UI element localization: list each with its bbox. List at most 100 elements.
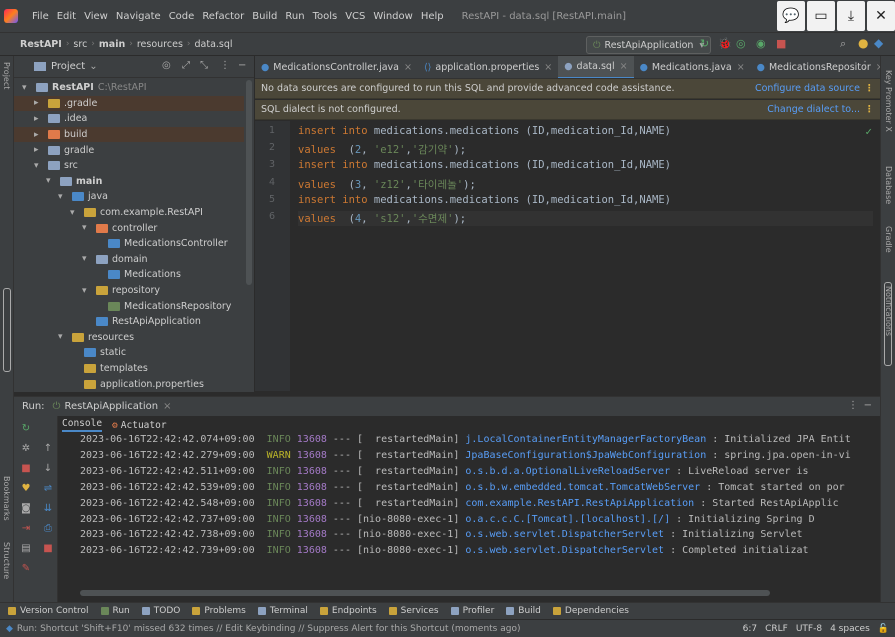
collapse-all-icon[interactable]: ⤡ [200, 60, 208, 71]
chevron-down-icon[interactable]: ▾ [58, 192, 68, 202]
chevron-down-icon[interactable]: ▾ [82, 223, 92, 233]
menu-item-view[interactable]: View [84, 11, 108, 22]
chevron-right-icon[interactable]: ▸ [34, 130, 44, 140]
console-output[interactable]: Console ⚙ Actuator 2023-06-16T22:42:42.0… [58, 416, 880, 602]
gradle-tool-label[interactable]: Gradle [884, 226, 893, 253]
chevron-down-icon[interactable]: ▾ [58, 332, 68, 342]
menu-item-code[interactable]: Code [169, 11, 195, 22]
close-icon[interactable]: × [404, 62, 412, 73]
menu-item-vcs[interactable]: VCS [345, 11, 365, 22]
exit-icon[interactable]: ⇥ [20, 522, 32, 534]
editor-tab[interactable]: ⟨⟩ application.properties × [418, 56, 558, 78]
code-editor[interactable]: ✓ insert into medications.medications (I… [290, 121, 880, 391]
rerun-icon[interactable]: ↻ [700, 37, 709, 50]
tab-list-icon[interactable]: ⋮ [860, 60, 870, 71]
menu-item-edit[interactable]: Edit [57, 11, 76, 22]
log-logger[interactable]: o.s.b.w.embedded.tomcat.TomcatWebServer [465, 482, 700, 493]
tab-console[interactable]: Console [62, 418, 103, 432]
toolwindow-dependencies[interactable]: Dependencies [552, 606, 629, 616]
project-view-selector[interactable]: Project [51, 61, 85, 72]
coverage-icon[interactable]: ◎ [736, 37, 746, 50]
key-promoter-tool-label[interactable]: Key Promoter X [884, 70, 893, 132]
menu-item-navigate[interactable]: Navigate [116, 11, 161, 22]
menu-item-run[interactable]: Run [285, 11, 304, 22]
pin-icon[interactable]: ✎ [20, 562, 32, 574]
tree-item[interactable]: ▾ main [14, 174, 244, 190]
hide-icon[interactable]: − [864, 400, 872, 411]
breadcrumb-item[interactable]: RestAPI [20, 39, 62, 50]
caret-position[interactable]: 6:7 [743, 624, 757, 634]
toolwindow-run[interactable]: Run [100, 606, 130, 616]
update-icon[interactable]: ● [858, 36, 868, 50]
chevron-down-icon[interactable]: ▾ [70, 208, 80, 218]
soft-wrap-icon[interactable]: ⇌ [42, 482, 54, 494]
hide-icon[interactable]: − [238, 60, 246, 71]
toolwindow-services[interactable]: Services [388, 606, 439, 616]
configure-data-source-link[interactable]: Configure data source [755, 83, 860, 94]
rerun-icon[interactable]: ↻ [20, 422, 32, 434]
log-logger[interactable]: com.example.RestAPI.RestApiApplication [465, 498, 694, 509]
chevron-right-icon[interactable]: ▸ [34, 114, 44, 124]
tree-item[interactable]: ▾ controller [14, 220, 244, 236]
toolwindow-problems[interactable]: Problems [192, 606, 246, 616]
scroll-to-end-icon[interactable]: ⇊ [42, 502, 54, 514]
status-message[interactable]: Run: Shortcut 'Shift+F10' missed 632 tim… [17, 624, 521, 634]
minimize-button[interactable]: ▭ [807, 1, 835, 31]
tree-item[interactable]: ▸ .gradle [14, 95, 244, 112]
run-config-selector[interactable]: ⏻ RestApiApplication ▾ [586, 36, 712, 54]
tree-item[interactable]: MedicationsController [14, 236, 244, 252]
structure-tool-label[interactable]: Structure [2, 542, 11, 579]
toolwindow-profiler[interactable]: Profiler [450, 606, 494, 616]
tree-item[interactable]: templates [14, 361, 244, 377]
tree-item[interactable]: static [14, 345, 244, 361]
breadcrumb-item[interactable]: src [73, 39, 87, 50]
toolwindow-endpoints[interactable]: Endpoints [319, 606, 377, 616]
breadcrumb-item[interactable]: data.sql [195, 39, 233, 50]
bookmarks-tool-label[interactable]: Bookmarks [2, 476, 11, 521]
down-arrow-icon[interactable]: ↓ [42, 462, 54, 474]
settings-icon[interactable]: ◆ [874, 36, 883, 50]
indent-setting[interactable]: 4 spaces [830, 624, 870, 634]
tree-item[interactable]: ▸ gradle [14, 142, 244, 158]
left-scroll-indicator[interactable] [3, 288, 11, 372]
expand-all-icon[interactable]: ⤢ [182, 60, 190, 71]
stop-icon[interactable]: ■ [20, 462, 32, 474]
locate-icon[interactable]: ◎ [162, 60, 171, 71]
editor-tab[interactable]: ● MedicationsController.java × [255, 56, 418, 78]
chevron-right-icon[interactable]: ▸ [34, 98, 44, 108]
lock-icon[interactable]: 🔓 [878, 624, 889, 634]
print-icon[interactable]: ⎙ [42, 522, 54, 534]
log-logger[interactable]: o.s.b.d.a.OptionalLiveReloadServer [465, 466, 670, 477]
menu-item-window[interactable]: Window [373, 11, 412, 22]
tree-item[interactable]: ▾ src [14, 158, 244, 174]
chevron-right-icon[interactable]: ▸ [34, 145, 44, 155]
close-icon[interactable]: × [737, 62, 745, 73]
close-button[interactable]: ✕ [867, 1, 895, 31]
editor-tab[interactable]: ● Medications.java × [634, 56, 751, 78]
menu-item-file[interactable]: File [32, 11, 49, 22]
toolwindow-terminal[interactable]: Terminal [257, 606, 308, 616]
tree-item[interactable]: MedicationsRepository [14, 298, 244, 314]
download-icon[interactable]: ⤓ [837, 1, 865, 31]
camera-icon[interactable]: ◙ [20, 502, 32, 514]
up-arrow-icon[interactable]: ↑ [42, 442, 54, 454]
chevron-down-icon[interactable]: ▾ [34, 161, 44, 171]
tree-item[interactable]: ▾ java [14, 189, 244, 205]
project-tool-label[interactable]: Project [2, 62, 11, 89]
tree-item[interactable]: ▾ domain [14, 252, 244, 268]
tree-item[interactable]: ▾ resources [14, 330, 244, 346]
profile-icon[interactable]: ◉ [756, 37, 766, 50]
run-config-tab[interactable]: RestApiApplication [64, 401, 158, 412]
log-logger[interactable]: j.LocalContainerEntityManagerFactoryBean [465, 434, 706, 445]
tab-actuator[interactable]: Actuator [121, 420, 167, 431]
close-icon[interactable]: × [163, 401, 171, 412]
debug-icon[interactable]: ✲ [20, 442, 32, 454]
line-separator[interactable]: CRLF [765, 624, 788, 634]
tree-item[interactable]: ▾ repository [14, 283, 244, 299]
debug-icon[interactable]: 🐞 [718, 37, 732, 50]
chevron-down-icon[interactable]: ▾ [22, 83, 32, 93]
toolwindow-todo[interactable]: TODO [141, 606, 180, 616]
tree-item[interactable]: Medications [14, 267, 244, 283]
log-logger[interactable]: o.s.web.servlet.DispatcherServlet [465, 529, 664, 540]
breadcrumb-item[interactable]: main [99, 39, 125, 50]
